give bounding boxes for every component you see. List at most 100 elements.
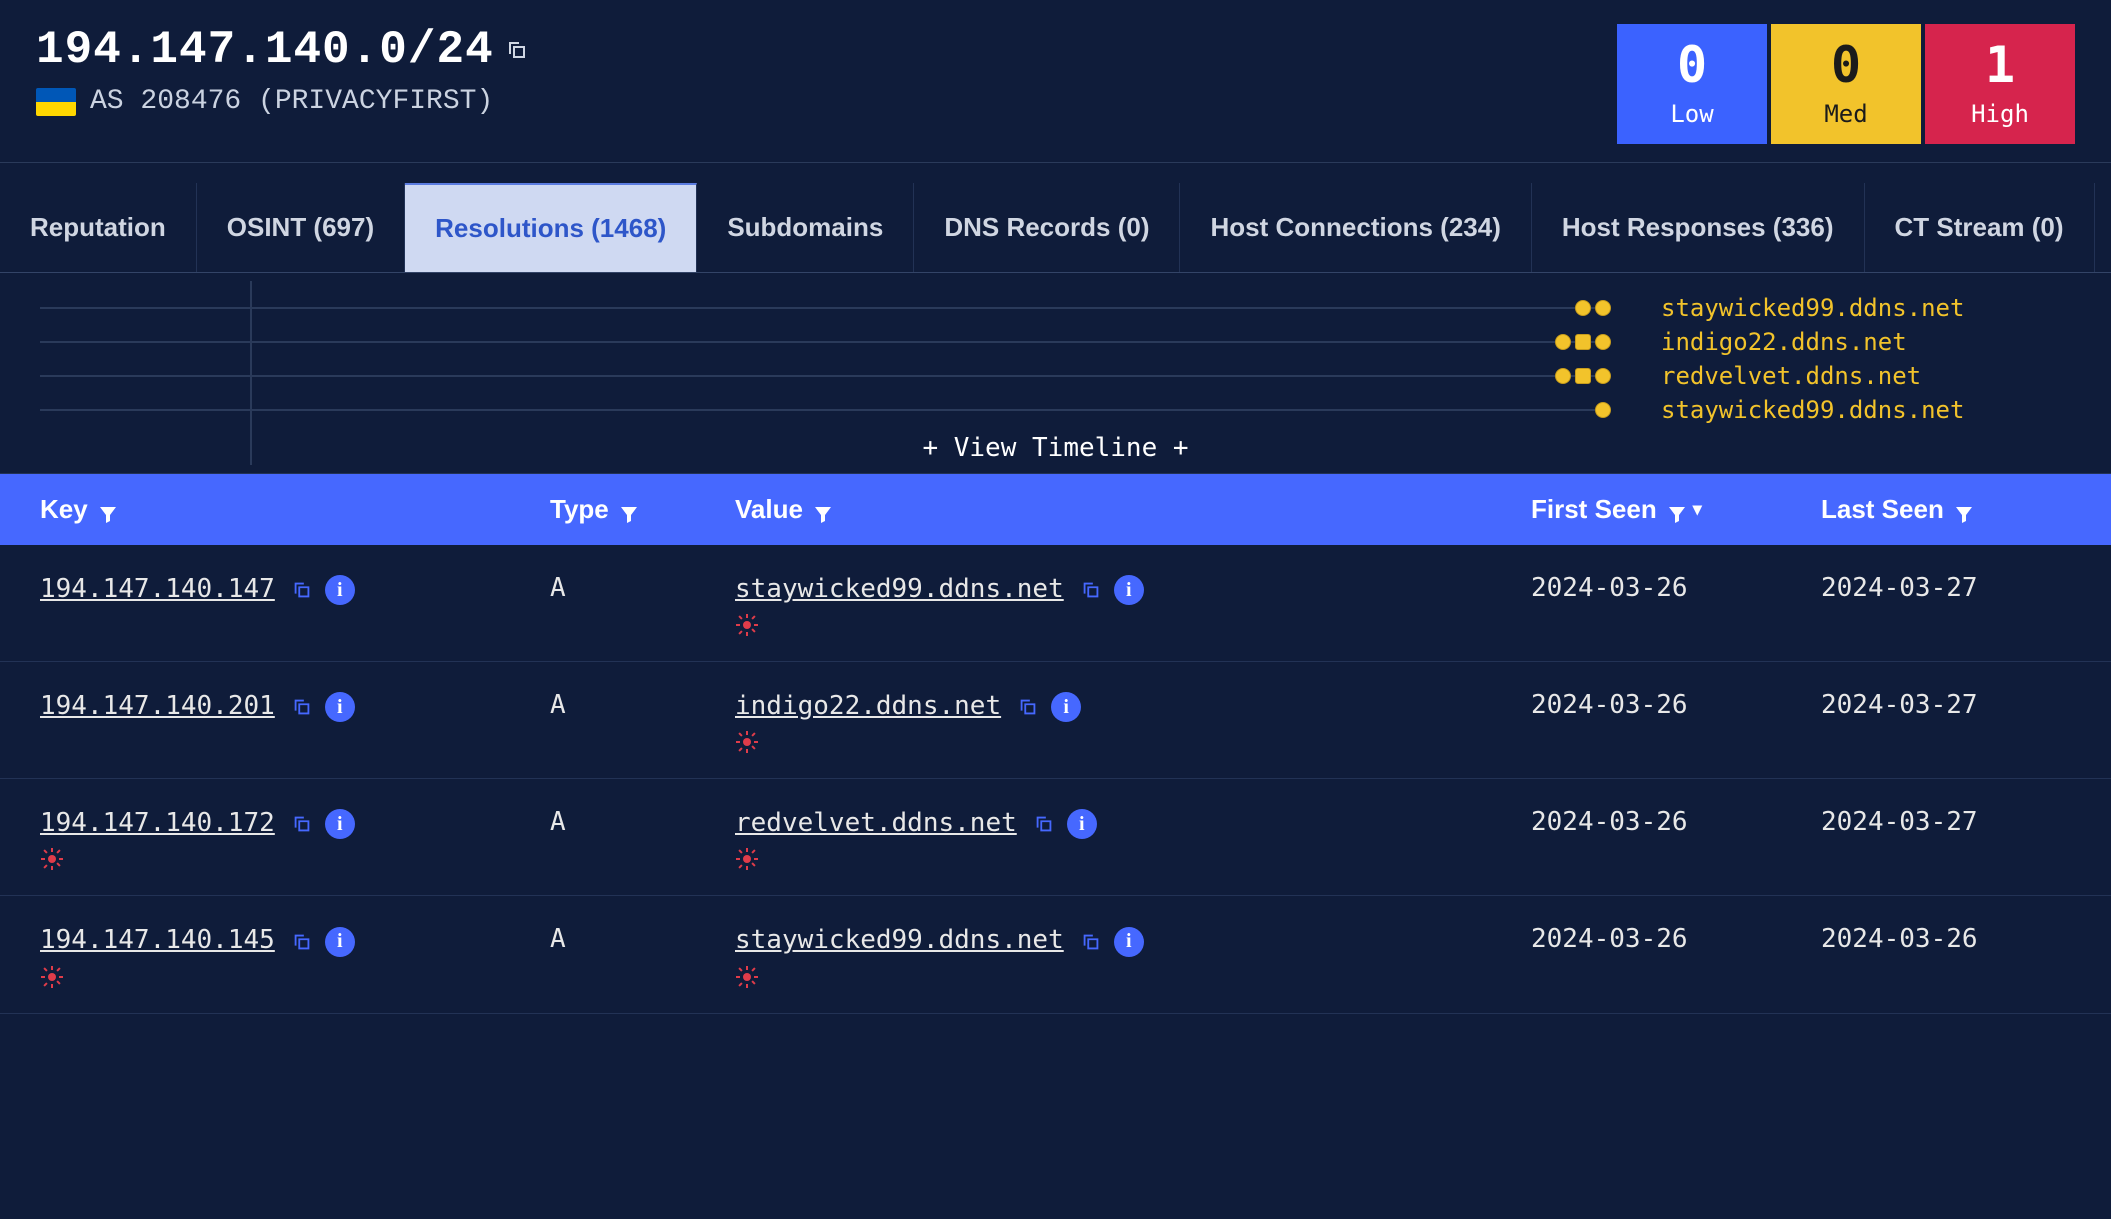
copy-icon[interactable] <box>289 929 315 955</box>
copy-icon[interactable] <box>289 811 315 837</box>
table-row: 194.147.140.147iAstaywicked99.ddns.neti2… <box>0 545 2111 662</box>
filter-icon[interactable] <box>619 500 639 520</box>
tab-dns[interactable]: DNS Records (0) <box>914 183 1180 272</box>
column-last-seen-label: Last Seen <box>1821 494 1944 525</box>
malware-icon <box>40 965 64 989</box>
tab-hostconn[interactable]: Host Connections (234) <box>1180 183 1531 272</box>
timeline-row: staywicked99.ddns.net <box>0 291 2111 325</box>
tab-label: CT Stream (0) <box>1895 212 2064 243</box>
copy-icon[interactable] <box>1031 811 1057 837</box>
header-left: 194.147.140.0/24 AS 208476 (PRIVACYFIRST… <box>36 24 1617 117</box>
cell-last-seen: 2024-03-26 <box>1821 924 2071 954</box>
cell-key: 194.147.140.145 i <box>40 924 550 988</box>
tab-reputation[interactable]: Reputation <box>0 183 197 272</box>
filter-icon[interactable] <box>98 500 118 520</box>
timeline-row: staywicked99.ddns.net <box>0 393 2111 427</box>
cell-first-seen: 2024-03-26 <box>1531 690 1821 720</box>
cell-value: staywicked99.ddns.net i <box>735 924 1531 988</box>
copy-icon[interactable] <box>504 37 530 63</box>
expand-timeline-button[interactable]: + View Timeline + <box>0 427 2111 465</box>
timeline-row: indigo22.ddns.net <box>0 325 2111 359</box>
severity-low-count: 0 <box>1677 40 1707 90</box>
timeline-marker <box>1595 300 1611 316</box>
timeline-marker <box>1575 300 1591 316</box>
filter-icon[interactable] <box>1954 500 1974 520</box>
copy-icon[interactable] <box>289 577 315 603</box>
ip-link[interactable]: 194.147.140.201 <box>40 691 275 721</box>
tab-resolutions[interactable]: Resolutions (1468) <box>405 183 697 272</box>
copy-icon[interactable] <box>1078 577 1104 603</box>
tab-label: Resolutions (1468) <box>435 213 666 244</box>
domain-link[interactable]: staywicked99.ddns.net <box>735 574 1064 604</box>
timeline-track <box>40 307 1611 309</box>
timeline-label[interactable]: staywicked99.ddns.net <box>1661 396 2071 424</box>
cell-type: A <box>550 924 735 954</box>
ip-link[interactable]: 194.147.140.145 <box>40 925 275 955</box>
column-key[interactable]: Key <box>40 494 550 525</box>
info-icon[interactable]: i <box>325 575 355 605</box>
copy-icon[interactable] <box>1015 694 1041 720</box>
tab-ctstream[interactable]: CT Stream (0) <box>1865 183 2095 272</box>
column-value[interactable]: Value <box>735 494 1531 525</box>
table-row: 194.147.140.172 i Aredvelvet.ddns.net i 2024… <box>0 779 2111 896</box>
column-key-label: Key <box>40 494 88 525</box>
timeline-label[interactable]: staywicked99.ddns.net <box>1661 294 2071 322</box>
cell-key: 194.147.140.172 i <box>40 807 550 871</box>
severity-high[interactable]: 1 High <box>1925 24 2075 144</box>
cell-key: 194.147.140.201 i <box>40 690 550 722</box>
cell-type: A <box>550 690 735 720</box>
as-info: AS 208476 (PRIVACYFIRST) <box>90 86 493 117</box>
timeline-markers <box>1555 368 1611 384</box>
tab-hostresp[interactable]: Host Responses (336) <box>1532 183 1865 272</box>
malware-icon <box>735 730 759 754</box>
copy-icon[interactable] <box>1078 929 1104 955</box>
cell-value: indigo22.ddns.net i <box>735 690 1531 754</box>
tab-label: Reputation <box>30 212 166 243</box>
tab-label: Subdomains <box>727 212 883 243</box>
cell-last-seen: 2024-03-27 <box>1821 573 2071 603</box>
table-row: 194.147.140.145 i Astaywicked99.ddns.net i 2… <box>0 896 2111 1013</box>
timeline-track <box>40 375 1611 377</box>
severity-low[interactable]: 0 Low <box>1617 24 1767 144</box>
tabs: Reputation OSINT (697) Resolutions (1468) S… <box>0 183 2111 273</box>
info-icon[interactable]: i <box>325 809 355 839</box>
filter-icon[interactable] <box>813 500 833 520</box>
page-root: 194.147.140.0/24 AS 208476 (PRIVACYFIRST… <box>0 0 2111 1014</box>
info-icon[interactable]: i <box>1114 927 1144 957</box>
cell-type: A <box>550 807 735 837</box>
column-type[interactable]: Type <box>550 494 735 525</box>
domain-link[interactable]: redvelvet.ddns.net <box>735 808 1017 838</box>
page-title-row: 194.147.140.0/24 <box>36 24 1617 76</box>
domain-link[interactable]: staywicked99.ddns.net <box>735 925 1064 955</box>
info-icon[interactable]: i <box>1067 809 1097 839</box>
info-icon[interactable]: i <box>325 927 355 957</box>
column-last-seen[interactable]: Last Seen <box>1821 494 2071 525</box>
timeline-track <box>40 341 1611 343</box>
ip-link[interactable]: 194.147.140.172 <box>40 808 275 838</box>
tab-subdomains[interactable]: Subdomains <box>697 183 914 272</box>
severity-med-label: Med <box>1824 100 1867 128</box>
cell-key: 194.147.140.147 i <box>40 573 550 605</box>
cell-last-seen: 2024-03-27 <box>1821 807 2071 837</box>
info-icon[interactable]: i <box>1114 575 1144 605</box>
table-body: 194.147.140.147 i Astaywicked99.ddns.net i 2… <box>0 545 2111 1014</box>
column-first-seen[interactable]: First Seen ▾ <box>1531 494 1821 525</box>
tab-osint[interactable]: OSINT (697) <box>197 183 405 272</box>
info-icon[interactable]: i <box>325 692 355 722</box>
column-value-label: Value <box>735 494 803 525</box>
ip-link[interactable]: 194.147.140.147 <box>40 574 275 604</box>
info-icon[interactable]: i <box>1051 692 1081 722</box>
timeline-marker <box>1595 334 1611 350</box>
timeline-marker <box>1595 368 1611 384</box>
severity-med[interactable]: 0 Med <box>1771 24 1921 144</box>
timeline-label[interactable]: indigo22.ddns.net <box>1661 328 2071 356</box>
malware-icon <box>735 613 759 637</box>
timeline-label[interactable]: redvelvet.ddns.net <box>1661 362 2071 390</box>
copy-icon[interactable] <box>289 694 315 720</box>
timeline-marker <box>1555 334 1571 350</box>
domain-link[interactable]: indigo22.ddns.net <box>735 691 1001 721</box>
filter-icon[interactable] <box>1667 500 1687 520</box>
tab-label: OSINT (697) <box>227 212 374 243</box>
cell-last-seen: 2024-03-27 <box>1821 690 2071 720</box>
timeline-marker <box>1575 334 1591 350</box>
